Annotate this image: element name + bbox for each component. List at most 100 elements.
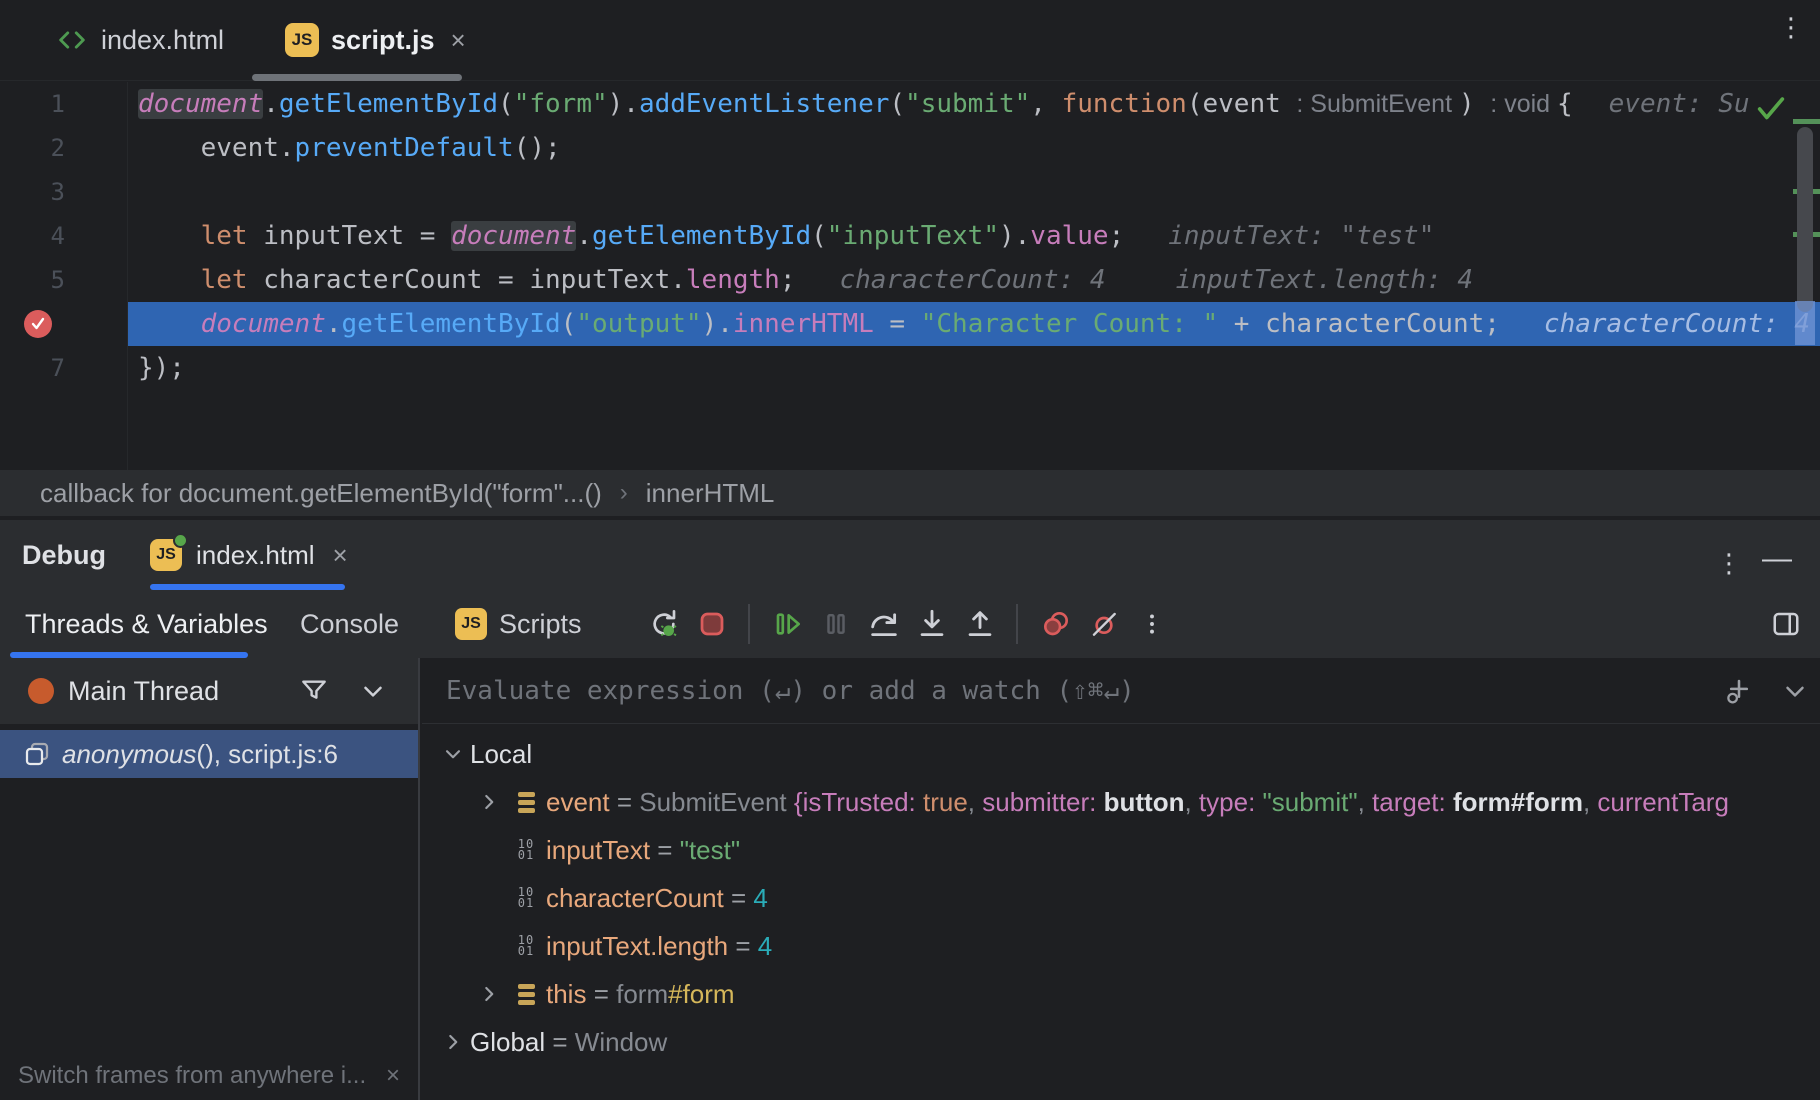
variable-row[interactable]: event = SubmitEvent {isTrusted: true, su… (422, 778, 1820, 826)
code-token: document (138, 89, 263, 119)
step-out-icon[interactable] (956, 600, 1004, 648)
running-badge (173, 533, 188, 548)
evaluate-expression-bar[interactable]: Evaluate expression (↵) or add a watch (… (422, 658, 1820, 724)
filter-icon[interactable] (298, 675, 330, 707)
editor-tab-bar: index.html JS script.js × ⋮ (0, 0, 1820, 81)
add-watch-icon[interactable] (1722, 674, 1756, 708)
code-token: event. (201, 133, 295, 163)
variable-token: form (616, 979, 668, 1010)
more-icon[interactable]: ⋮ (1778, 22, 1804, 32)
code-line[interactable]: document.getElementById("output").innerH… (128, 302, 1820, 346)
variable-row[interactable]: this = form#form (422, 970, 1820, 1018)
step-into-icon[interactable] (908, 600, 956, 648)
stack-frame-row[interactable]: anonymous(), script.js:6 (0, 730, 418, 778)
line-number[interactable]: 4 (0, 214, 127, 258)
code-line[interactable]: document.getElementById("form").addEvent… (128, 82, 1820, 126)
debug-header: Debug JS index.html × ⋮ — (0, 520, 1820, 590)
close-icon[interactable]: × (386, 1062, 400, 1090)
code-line[interactable] (128, 170, 1820, 214)
variable-token: "submit" (1263, 787, 1358, 818)
code-line[interactable]: let characterCount = inputText.length;ch… (128, 258, 1820, 302)
minimize-icon[interactable]: — (1762, 542, 1792, 576)
variable-token: = (545, 1027, 575, 1058)
close-icon[interactable]: × (451, 25, 466, 56)
chevron-down-icon[interactable] (436, 741, 470, 767)
stack-frame-icon (22, 739, 52, 769)
chevron-right-icon[interactable] (472, 981, 506, 1007)
stop-icon[interactable] (688, 600, 736, 648)
close-icon[interactable]: × (333, 540, 348, 571)
step-over-icon[interactable] (860, 600, 908, 648)
code-line[interactable]: event.preventDefault(); (128, 126, 1820, 170)
code-token: ). (702, 309, 733, 339)
frame-label: anonymous(), script.js:6 (62, 739, 338, 770)
code-line[interactable]: }); (128, 346, 1820, 390)
thread-name: Main Thread (68, 676, 219, 707)
layout-settings-icon[interactable] (1762, 600, 1810, 648)
code-token: characterCount = inputText. (248, 265, 686, 295)
js-file-icon: JS (455, 608, 487, 640)
evaluate-placeholder: Evaluate expression (↵) or add a watch (… (446, 676, 1135, 706)
toolbar-separator (1016, 604, 1018, 644)
variable-row[interactable]: 1001inputText.length = 4 (422, 922, 1820, 970)
tab-label: Threads & Variables (25, 609, 268, 640)
view-breakpoints-icon[interactable] (1032, 600, 1080, 648)
thread-icon (28, 678, 54, 704)
tab-index-html[interactable]: index.html (55, 0, 224, 80)
breakpoint-gutter[interactable] (0, 302, 127, 346)
breakpoint-icon[interactable] (24, 310, 52, 338)
line-number[interactable]: 1 (0, 82, 127, 126)
code-token: getElementById (279, 89, 498, 119)
variables-panel: Evaluate expression (↵) or add a watch (… (422, 658, 1820, 1100)
code-token: getElementById (592, 221, 811, 251)
line-number[interactable]: 5 (0, 258, 127, 302)
code-token: : void (1490, 90, 1557, 118)
more-icon[interactable]: ⋮ (1716, 558, 1742, 568)
tab-console[interactable]: Console (300, 590, 399, 658)
breadcrumb-separator-icon: › (620, 479, 628, 507)
breadcrumb-item[interactable]: innerHTML (646, 478, 775, 509)
tab-script-js[interactable]: JS script.js × (285, 0, 466, 80)
primitive-variable-icon: 1001 (506, 839, 546, 861)
chevron-down-icon[interactable] (358, 676, 388, 706)
tab-threads-variables[interactable]: Threads & Variables (25, 590, 268, 658)
more-icon[interactable] (1128, 600, 1176, 648)
code-line[interactable]: let inputText = document.getElementById(… (128, 214, 1820, 258)
variable-row[interactable]: Global = Window (422, 1018, 1820, 1066)
code-token: "Character Count: " (921, 309, 1218, 339)
editor-gutter: 12345 7 (0, 82, 128, 470)
variable-token: = (728, 931, 758, 962)
code-token: ) (1459, 89, 1490, 119)
variable-token: event (546, 787, 610, 818)
variable-row[interactable]: 1001inputText = "test" (422, 826, 1820, 874)
code-editor[interactable]: 12345 7 document.getElementById("form").a… (0, 82, 1820, 470)
variable-token: SubmitEvent (639, 787, 794, 818)
code-token: : SubmitEvent (1296, 90, 1459, 118)
chevron-right-icon[interactable] (472, 789, 506, 815)
editor-scrollbar[interactable] (1797, 127, 1813, 312)
line-number[interactable]: 7 (0, 346, 127, 390)
hint-banner: Switch frames from anywhere i... × (0, 1058, 418, 1094)
code-token: ( (561, 309, 577, 339)
rerun-debug-icon[interactable] (640, 600, 688, 648)
debug-tab-label: index.html (196, 540, 315, 571)
chevron-right-icon[interactable] (436, 1029, 470, 1055)
variable-row[interactable]: Local (422, 730, 1820, 778)
chevron-down-icon[interactable] (1780, 676, 1810, 706)
code-token: function (1062, 89, 1187, 119)
js-file-icon: JS (150, 539, 182, 571)
resume-icon[interactable] (764, 600, 812, 648)
breadcrumb-item[interactable]: callback for document.getElementById("fo… (40, 478, 602, 509)
inspections-ok-icon[interactable] (1754, 94, 1788, 124)
debug-session-tab[interactable]: JS index.html × (150, 520, 348, 590)
thread-selector[interactable]: Main Thread (0, 658, 418, 724)
tab-scripts[interactable]: JS Scripts (455, 590, 582, 658)
mute-breakpoints-icon[interactable] (1080, 600, 1128, 648)
variable-row[interactable]: 1001characterCount = 4 (422, 874, 1820, 922)
variable-token: target: (1372, 787, 1453, 818)
line-number[interactable]: 3 (0, 170, 127, 214)
code-token: = (874, 309, 921, 339)
line-number[interactable]: 2 (0, 126, 127, 170)
pause-icon[interactable] (812, 600, 860, 648)
frames-panel: Main Thread anonymous(), script.js:6 Swi… (0, 658, 420, 1100)
